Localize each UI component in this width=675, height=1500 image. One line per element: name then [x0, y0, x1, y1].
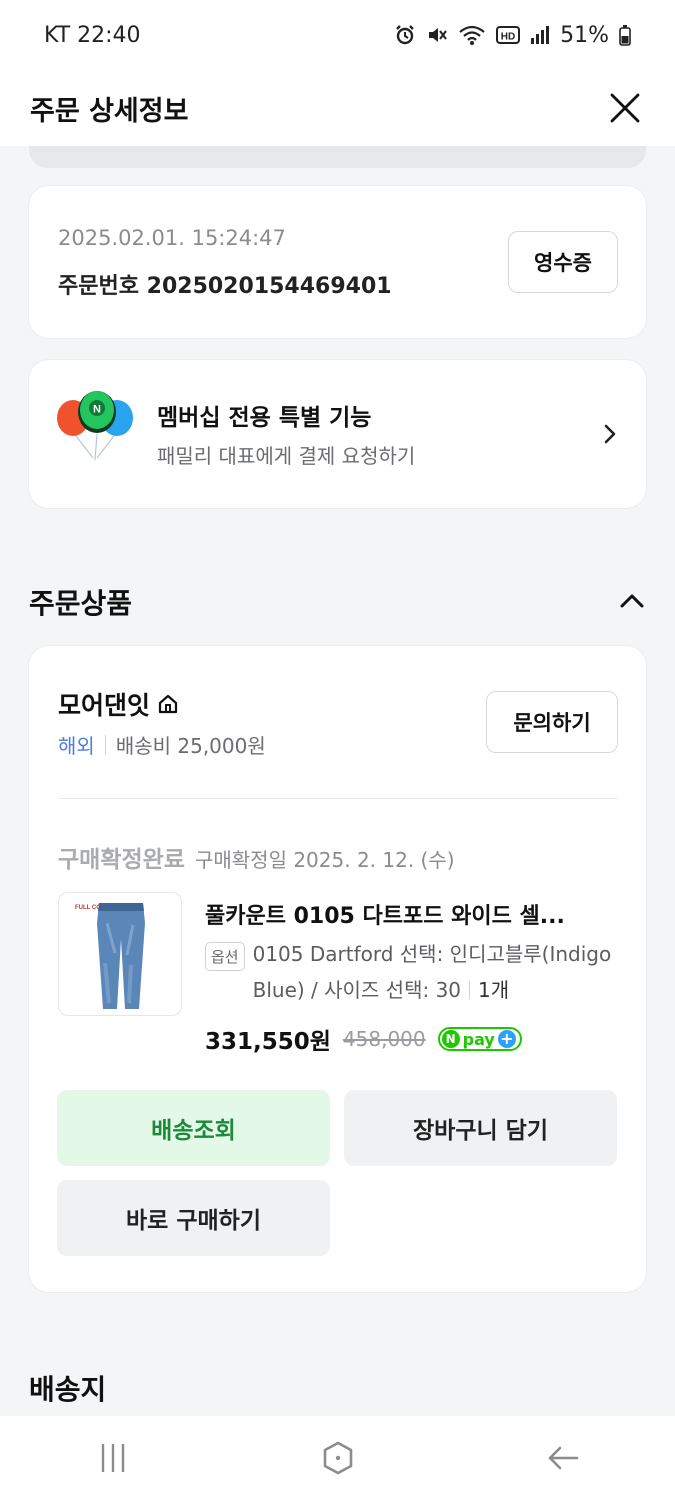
- option-text-wrap: 0105 Dartford 선택: 인디고블루(Indigo Blue) / 사…: [253, 936, 625, 1008]
- purchase-status: 구매확정완료: [58, 847, 185, 873]
- close-icon: [610, 93, 640, 123]
- plus-icon: +: [497, 1030, 516, 1048]
- battery-icon: [619, 25, 631, 46]
- close-button[interactable]: [605, 88, 645, 128]
- recent-apps-icon: [101, 1444, 124, 1472]
- home-icon: [158, 694, 178, 714]
- chevron-up-icon[interactable]: [617, 586, 647, 616]
- svg-text:N: N: [93, 404, 101, 416]
- membership-title: 멤버십 전용 특별 기능: [157, 405, 372, 431]
- home-nav-icon: [323, 1441, 352, 1475]
- carrier-time: KT 22:40: [44, 22, 141, 48]
- alarm-icon: [396, 25, 414, 45]
- original-price: 458,000: [342, 1027, 426, 1051]
- product-option-row: 옵션 0105 Dartford 선택: 인디고블루(Indigo Blue) …: [205, 940, 625, 1008]
- order-number-label: 주문번호: [58, 274, 139, 299]
- membership-feature-card[interactable]: N 멤버십 전용 특별 기능 패밀리 대표에게 결제 요청하기: [29, 360, 646, 508]
- svg-text:HD: HD: [501, 32, 515, 43]
- purchase-confirm-date: 구매확정일 2025. 2. 12. (수): [194, 848, 455, 872]
- seller-name: 모어댄잇: [58, 691, 151, 720]
- page-header: 주문 상세정보: [0, 70, 675, 146]
- divider: [58, 798, 618, 799]
- signal-icon: [531, 26, 550, 44]
- product-name[interactable]: 풀카운트 0105 다트포드 와이드 셀...: [205, 898, 625, 930]
- option-text: 0105 Dartford 선택: 인디고블루(Indigo Blue) / 사…: [252, 942, 612, 1002]
- order-number: 2025020154469401: [146, 274, 392, 299]
- hd-icon: HD: [496, 26, 521, 44]
- status-icons: HD 51%: [394, 23, 631, 48]
- content-scroll-area[interactable]: 2025.02.01. 15:24:47 주문번호 20250201544694…: [0, 146, 675, 1416]
- npay-label: pay: [462, 1029, 495, 1049]
- membership-subtitle: 패밀리 대표에게 결제 요청하기: [157, 444, 416, 468]
- system-nav-bar: [0, 1416, 675, 1500]
- meta-separator: [104, 734, 106, 755]
- npay-n-icon: N: [441, 1030, 460, 1048]
- wifi-icon: [459, 25, 485, 45]
- back-button[interactable]: [523, 1428, 603, 1488]
- track-delivery-button[interactable]: 배송조회: [57, 1090, 330, 1166]
- jeans-image: FULL COUNT: [75, 903, 145, 1009]
- seller-name-row[interactable]: 모어댄잇: [58, 686, 180, 722]
- home-nav-button[interactable]: [298, 1428, 378, 1488]
- order-info-card: 2025.02.01. 15:24:47 주문번호 20250201544694…: [29, 186, 646, 338]
- overseas-badge: 해외: [58, 734, 95, 758]
- mute-icon: [429, 28, 447, 42]
- chevron-right-icon: [604, 424, 616, 444]
- order-datetime: 2025.02.01. 15:24:47: [58, 226, 286, 250]
- status-bar: KT 22:40 HD 51%: [0, 0, 675, 70]
- shipping-address-title: 배송지: [29, 1373, 107, 1406]
- back-icon: [548, 1446, 578, 1470]
- qty-separator: [469, 981, 471, 999]
- seller-meta: 해외 배송비 25,000원: [58, 730, 266, 759]
- npay-plus-badge: N pay +: [437, 1027, 522, 1051]
- option-badge: 옵션: [205, 942, 245, 971]
- battery-percent: 51%: [560, 22, 609, 48]
- buy-now-button[interactable]: 바로 구매하기: [57, 1180, 330, 1256]
- ordered-products-title: 주문상품: [29, 587, 133, 620]
- sale-price: 331,550원: [205, 1029, 331, 1055]
- price-row: 331,550원 458,000 N pay +: [205, 1022, 522, 1056]
- product-card: 모어댄잇 해외 배송비 25,000원 문의하기 구매확정완료 구매확정일 20…: [29, 646, 646, 1292]
- quantity: 1개: [478, 978, 510, 1002]
- product-thumbnail[interactable]: FULL COUNT: [58, 892, 182, 1016]
- order-number-row: 주문번호 2025020154469401: [58, 268, 392, 300]
- balloons-icon: N: [57, 391, 133, 461]
- receipt-button[interactable]: 영수증: [508, 231, 618, 293]
- previous-card-stub: [29, 146, 646, 168]
- purchase-status-row: 구매확정완료 구매확정일 2025. 2. 12. (수): [58, 840, 455, 874]
- add-to-cart-button[interactable]: 장바구니 담기: [344, 1090, 617, 1166]
- inquiry-button[interactable]: 문의하기: [486, 691, 618, 753]
- shipping-fee: 배송비 25,000원: [115, 734, 266, 758]
- recent-apps-button[interactable]: [73, 1428, 153, 1488]
- page-title: 주문 상세정보: [30, 95, 189, 127]
